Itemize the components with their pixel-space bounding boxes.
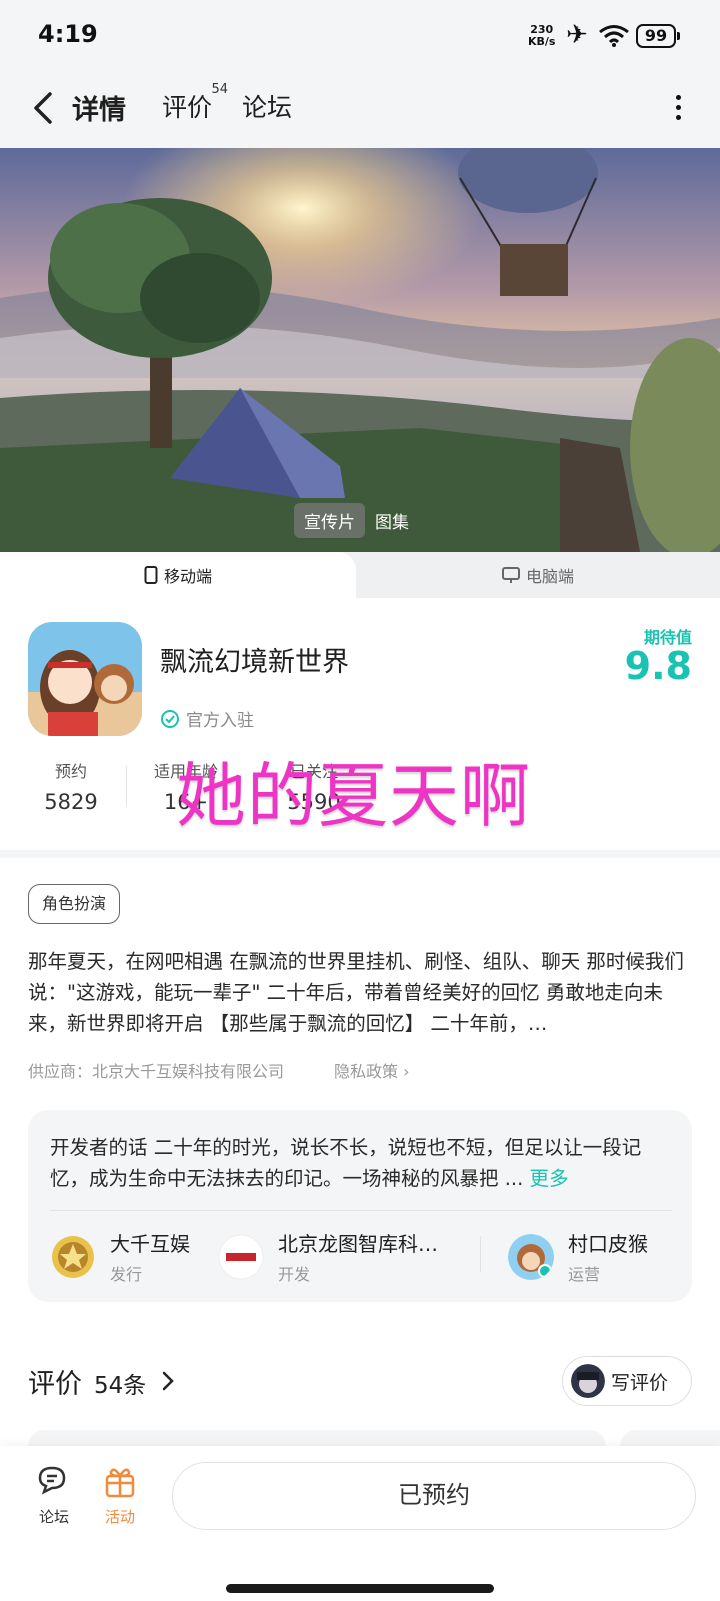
- home-indicator[interactable]: [226, 1584, 494, 1593]
- tab-reviews-label: 评价: [162, 93, 213, 122]
- platform-switch: 移动端 电脑端: [0, 552, 720, 598]
- phone-icon: [144, 566, 158, 584]
- developer-logo: [218, 1234, 264, 1280]
- publisher-logo: [50, 1234, 96, 1280]
- forum-label: 论坛: [38, 1508, 69, 1526]
- stat-value: 5829: [44, 790, 98, 814]
- reviews-title: 评价: [28, 1369, 82, 1400]
- verified-label: 官方入驻: [186, 711, 254, 731]
- reviews-count: 54条: [94, 1373, 147, 1399]
- back-arrow-icon[interactable]: [28, 86, 64, 130]
- reserved-button[interactable]: 已预约: [172, 1462, 696, 1530]
- check-circle-icon: [161, 709, 179, 728]
- game-description[interactable]: 那年夏天，在网吧相遇 在飘流的世界里挂机、刷怪、组队、聊天 那时候我们说："这游…: [28, 946, 692, 1039]
- hero-banner[interactable]: 宣传片 图集: [0, 148, 720, 552]
- monitor-icon: [501, 567, 520, 583]
- chat-bubble-icon: [38, 1466, 66, 1495]
- user-avatar: [571, 1364, 605, 1398]
- tab-forum-label: 论坛: [242, 93, 293, 122]
- privacy-policy-link[interactable]: 隐私政策 ›: [334, 1058, 410, 1082]
- org-operator[interactable]: 村口皮猴 运营: [508, 1228, 648, 1285]
- chevron-right-icon: ›: [403, 1062, 410, 1081]
- more-link[interactable]: 更多: [530, 1167, 569, 1190]
- org-role: 运营: [568, 1265, 601, 1284]
- supplier-text: 供应商：北京大千互娱科技有限公司: [28, 1062, 285, 1081]
- media-tabs: 宣传片 图集: [294, 502, 419, 538]
- org-name: 北京龙图智库科…: [278, 1232, 438, 1256]
- developer-message: 开发者的话 二十年的时光，说长不长，说短也不短，但足以让一段记忆，成为生命中无法…: [50, 1132, 672, 1194]
- stat-divider: [126, 766, 127, 806]
- expectation-score: 9.8: [624, 644, 692, 688]
- privacy-policy-label: 隐私政策: [334, 1062, 399, 1081]
- status-bar: 4:19 230 KB/s ✈ 99: [0, 0, 720, 72]
- org-role: 开发: [278, 1265, 311, 1284]
- org-publisher[interactable]: 大千互娱 发行: [50, 1228, 190, 1285]
- tab-reviews-badge: 54: [211, 82, 229, 97]
- operator-avatar: [508, 1233, 554, 1280]
- tab-reviews[interactable]: 评价 54: [162, 82, 228, 124]
- section-divider: [0, 850, 720, 858]
- gift-icon: [105, 1468, 135, 1498]
- org-name: 大千互娱: [110, 1232, 190, 1256]
- media-tab-video[interactable]: 宣传片: [294, 502, 365, 538]
- top-nav: 详情 评价 54 论坛: [0, 72, 720, 148]
- platform-tab-pc-label: 电脑端: [525, 567, 574, 586]
- tab-forum[interactable]: 论坛: [242, 88, 292, 124]
- developer-card: 开发者的话 二十年的时光，说长不长，说短也不短，但足以让一段记忆，成为生命中无法…: [28, 1110, 692, 1302]
- wifi-icon: [599, 25, 629, 47]
- write-review-button[interactable]: 写评价: [562, 1356, 692, 1406]
- activity-button[interactable]: 活动: [90, 1464, 150, 1527]
- verified-badge: 官方入驻: [160, 706, 254, 731]
- stat-reservations: 预约 5829: [40, 758, 102, 814]
- promo-video-thumbnail: [0, 148, 720, 552]
- status-time: 4:19: [38, 20, 98, 48]
- bottom-action-bar: 论坛 活动 已预约: [0, 1446, 720, 1601]
- org-role: 发行: [110, 1265, 143, 1284]
- airplane-icon: ✈: [566, 20, 588, 50]
- tab-details-label: 详情: [72, 95, 126, 126]
- more-options-icon[interactable]: [668, 90, 688, 130]
- stat-label: 预约: [54, 762, 87, 781]
- chevron-right-icon: [163, 1371, 175, 1391]
- media-tab-gallery[interactable]: 图集: [365, 503, 419, 538]
- app-icon: [28, 622, 142, 736]
- platform-tab-mobile-label: 移动端: [163, 567, 212, 586]
- platform-tab-mobile[interactable]: 移动端: [0, 552, 356, 598]
- genre-tag[interactable]: 角色扮演: [28, 884, 121, 924]
- reviews-header[interactable]: 评价 54条: [28, 1362, 180, 1401]
- game-title: 飘流幻境新世界: [160, 647, 349, 678]
- forum-button[interactable]: 论坛: [24, 1464, 84, 1527]
- org-divider: [480, 1236, 481, 1272]
- network-speed: 230 KB/s: [528, 24, 555, 48]
- network-speed-unit: KB/s: [528, 35, 556, 48]
- activity-label: 活动: [104, 1508, 135, 1526]
- tab-details[interactable]: 详情: [70, 88, 128, 127]
- overlay-caption: 她的夏天啊: [176, 755, 531, 837]
- battery-icon: 99: [636, 24, 680, 48]
- platform-tab-pc[interactable]: 电脑端: [356, 552, 720, 598]
- game-info: 飘流幻境新世界 官方入驻 期待值 9.8 预约 5829 适用年龄 16+ 已关…: [0, 598, 720, 850]
- org-name: 村口皮猴: [568, 1232, 648, 1256]
- card-divider: [50, 1210, 672, 1211]
- write-review-label: 写评价: [611, 1371, 669, 1394]
- org-developer[interactable]: 北京龙图智库科… 开发: [218, 1228, 438, 1285]
